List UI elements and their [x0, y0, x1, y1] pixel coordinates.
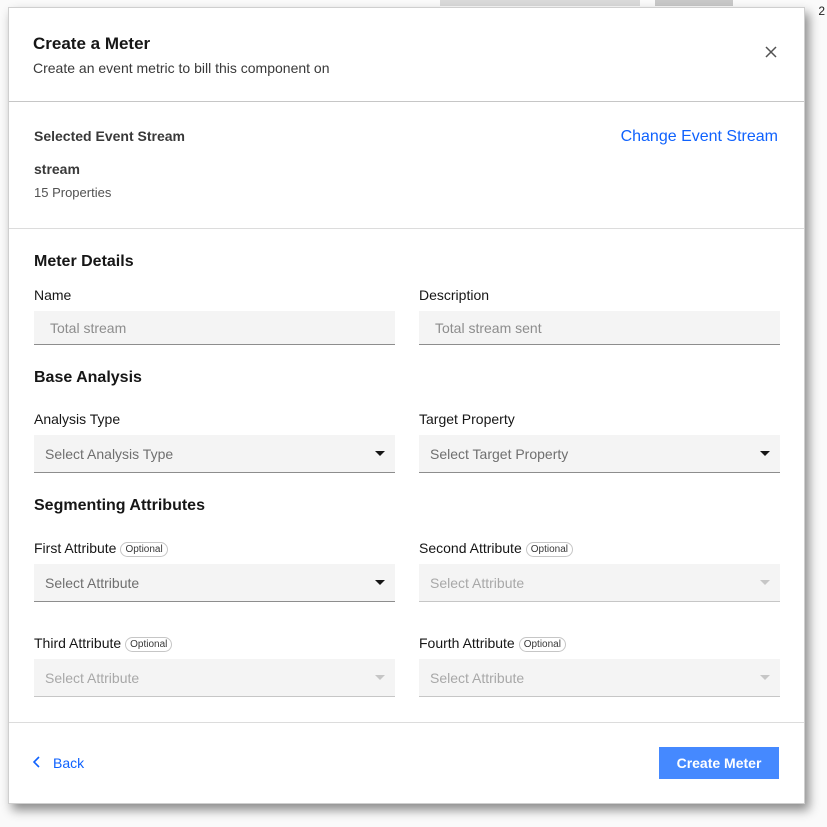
caret-down-icon — [760, 675, 770, 680]
caret-down-icon — [375, 451, 385, 456]
base-analysis-heading: Base Analysis — [34, 369, 142, 386]
selected-event-stream-label: Selected Event Stream — [34, 128, 185, 144]
footer-divider — [9, 722, 804, 723]
caret-down-icon — [760, 580, 770, 585]
third-attribute-select[interactable]: Select Attribute — [34, 659, 395, 697]
create-meter-button[interactable]: Create Meter — [659, 747, 779, 779]
name-label: Name — [34, 287, 72, 303]
target-property-label: Target Property — [419, 411, 515, 427]
first-attribute-value: Select Attribute — [45, 575, 140, 591]
target-property-select[interactable]: Select Target Property — [419, 435, 780, 473]
segmenting-attributes-heading: Segmenting Attributes — [34, 497, 205, 514]
selected-event-stream-section: Selected Event Stream Change Event Strea… — [9, 101, 804, 229]
caret-down-icon — [375, 675, 385, 680]
name-input[interactable] — [34, 311, 395, 345]
background-bar — [440, 0, 640, 6]
background-text: 2 — [818, 4, 825, 18]
close-icon-glyph — [765, 46, 777, 58]
create-meter-modal: Create a Meter Create an event metric to… — [8, 7, 805, 804]
optional-tag: Optional — [120, 542, 168, 557]
optional-tag: Optional — [525, 542, 573, 557]
caret-down-icon — [760, 451, 770, 456]
change-event-stream-link[interactable]: Change Event Stream — [621, 128, 778, 146]
second-attribute-value: Select Attribute — [430, 575, 525, 591]
modal-title: Create a Meter — [33, 34, 151, 53]
description-input[interactable] — [419, 311, 780, 345]
optional-tag: Optional — [518, 637, 566, 652]
caret-down-icon — [375, 580, 385, 585]
close-icon[interactable] — [763, 44, 779, 60]
first-attribute-label: First Attribute Optional — [34, 540, 168, 557]
second-attribute-label-text: Second Attribute — [419, 540, 522, 556]
fourth-attribute-label: Fourth Attribute Optional — [419, 635, 566, 652]
chevron-left-icon — [32, 755, 41, 773]
meter-details-heading: Meter Details — [34, 253, 134, 270]
stream-properties-count: 15 Properties — [34, 185, 112, 200]
description-label: Description — [419, 287, 490, 303]
analysis-type-label: Analysis Type — [34, 411, 121, 427]
third-attribute-value: Select Attribute — [45, 670, 140, 686]
third-attribute-label: Third Attribute Optional — [34, 635, 173, 652]
modal-header: Create a Meter Create an event metric to… — [9, 8, 804, 102]
fourth-attribute-value: Select Attribute — [430, 670, 525, 686]
analysis-type-value: Select Analysis Type — [45, 446, 174, 462]
modal-subtitle: Create an event metric to bill this comp… — [33, 60, 330, 76]
target-property-value: Select Target Property — [430, 446, 569, 462]
fourth-attribute-select[interactable]: Select Attribute — [419, 659, 780, 697]
second-attribute-label: Second Attribute Optional — [419, 540, 573, 557]
back-button[interactable]: Back — [32, 755, 85, 773]
first-attribute-select[interactable]: Select Attribute — [34, 564, 395, 602]
third-attribute-label-text: Third Attribute — [34, 635, 122, 651]
background-bar — [655, 0, 733, 6]
stream-name: stream — [34, 161, 80, 177]
optional-tag: Optional — [125, 637, 173, 652]
second-attribute-select[interactable]: Select Attribute — [419, 564, 780, 602]
fourth-attribute-label-text: Fourth Attribute — [419, 635, 515, 651]
back-button-label: Back — [53, 755, 85, 771]
analysis-type-select[interactable]: Select Analysis Type — [34, 435, 395, 473]
first-attribute-label-text: First Attribute — [34, 540, 117, 556]
